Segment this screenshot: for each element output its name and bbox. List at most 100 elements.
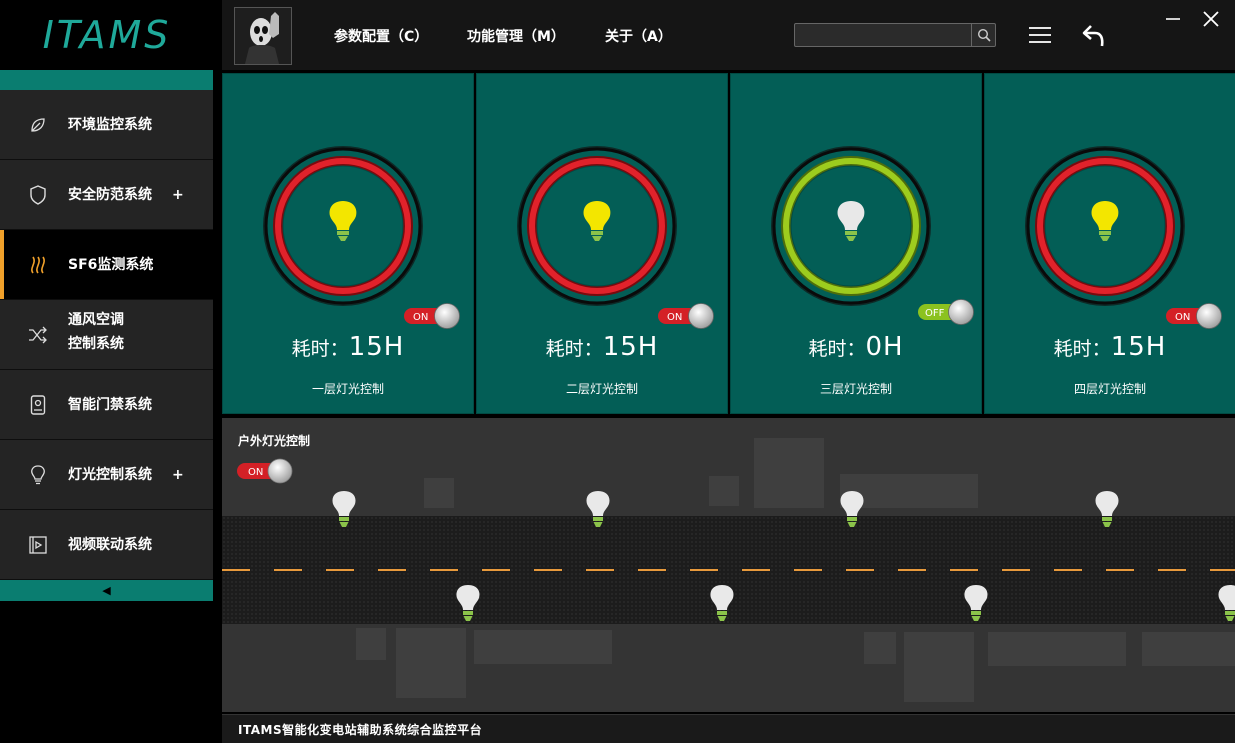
top-bar: 参数配置（C） 功能管理（M） 关于（A） <box>222 0 1235 70</box>
light-status-ring <box>515 144 679 308</box>
sidebar-item-label: 安全防范系统 <box>68 186 152 203</box>
sidebar-item-sf6[interactable]: SF6监测系统 <box>0 230 213 300</box>
building-block <box>396 628 466 698</box>
light-status-ring <box>1023 144 1187 308</box>
switch-state-label: OFF <box>925 308 945 319</box>
elapsed-value: 15H <box>602 332 659 362</box>
switch-state-label: ON <box>413 312 428 323</box>
shield-icon <box>28 184 48 205</box>
shuffle-icon <box>28 325 48 345</box>
building-block <box>424 478 454 508</box>
close-icon[interactable] <box>1202 10 1220 28</box>
sidebar-item-label: 视频联动系统 <box>68 536 152 553</box>
street-bulb-icon <box>838 490 866 530</box>
sidebar-item-label-line1: 通风空调 <box>68 312 124 328</box>
menu-parameters[interactable]: 参数配置（C） <box>334 26 428 46</box>
video-icon <box>28 535 48 555</box>
floor-light-card: ON 耗时：15H 二层灯光控制 <box>476 73 728 414</box>
building-block <box>709 476 739 506</box>
street-bulb-icon <box>962 584 990 624</box>
minimize-icon[interactable] <box>1164 10 1182 28</box>
door-access-icon <box>28 394 48 415</box>
building-block <box>1142 632 1235 666</box>
app-logo: ITAMS <box>42 13 172 57</box>
building-block <box>988 632 1126 666</box>
building-block <box>754 438 824 508</box>
elapsed-value: 0H <box>865 332 904 362</box>
sidebar-item-lighting[interactable]: 灯光控制系统 + <box>0 440 213 510</box>
expand-plus-icon[interactable]: + <box>172 187 184 203</box>
footer-text: ITAMS智能化变电站辅助系统综合监控平台 <box>238 723 483 737</box>
elapsed-value: 15H <box>348 332 405 362</box>
floor-title: 二层灯光控制 <box>565 382 638 396</box>
sidebar-item-hvac[interactable]: 通风空调 控制系统 <box>0 300 213 370</box>
search-icon[interactable] <box>971 24 995 46</box>
waves-icon <box>28 255 48 275</box>
search-input[interactable] <box>795 24 973 46</box>
street-bulb-icon <box>454 584 482 624</box>
building-block <box>904 632 974 702</box>
elapsed-time: 耗时：15H <box>223 332 473 362</box>
elapsed-label: 耗时： <box>291 338 349 360</box>
street-bulb-icon <box>584 490 612 530</box>
sidebar-item-label: SF6监测系统 <box>68 256 154 273</box>
switch-state-label: ON <box>667 312 682 323</box>
sidebar: ITAMS 环境监控系统 安全防范系统 + SF6监测系统 通风空调 控制系统 … <box>0 0 214 742</box>
light-switch[interactable]: ON <box>657 302 714 329</box>
switch-state-label: ON <box>248 467 263 478</box>
sidebar-item-security[interactable]: 安全防范系统 + <box>0 160 213 230</box>
bulb-icon <box>28 464 48 485</box>
menu-functions[interactable]: 功能管理（M） <box>467 26 565 46</box>
street-bulb-icon <box>708 584 736 624</box>
light-switch[interactable]: ON <box>1165 302 1222 329</box>
building-block <box>474 630 612 664</box>
bulb-icon <box>327 200 359 246</box>
expand-plus-icon[interactable]: + <box>172 467 184 483</box>
floor-title: 一层灯光控制 <box>311 382 384 396</box>
floor-title: 四层灯光控制 <box>1073 382 1146 396</box>
elapsed-label: 耗时： <box>808 338 866 360</box>
floor-light-card: ON 耗时：15H 一层灯光控制 <box>222 73 474 414</box>
sidebar-item-label-line2: 控制系统 <box>68 336 124 352</box>
elapsed-time: 耗时：15H <box>985 332 1235 362</box>
avatar[interactable] <box>234 7 292 65</box>
bulb-icon <box>581 200 613 246</box>
bulb-icon <box>835 200 867 246</box>
sidebar-item-label: 智能门禁系统 <box>68 396 152 413</box>
hamburger-menu-icon[interactable] <box>1028 24 1052 46</box>
light-status-ring <box>769 144 933 308</box>
sidebar-item-access[interactable]: 智能门禁系统 <box>0 370 213 440</box>
elapsed-time: 耗时：15H <box>477 332 727 362</box>
light-status-ring <box>261 144 425 308</box>
outdoor-lighting-panel: 户外灯光控制 ON <box>222 418 1235 712</box>
outdoor-switch[interactable]: ON <box>236 458 293 484</box>
elapsed-time: 耗时：0H <box>731 332 981 362</box>
elapsed-label: 耗时： <box>1053 338 1111 360</box>
light-switch[interactable]: ON <box>403 302 460 329</box>
status-footer: ITAMS智能化变电站辅助系统综合监控平台 <box>222 714 1235 743</box>
floor-light-card: OFF 耗时：0H 三层灯光控制 <box>730 73 982 414</box>
back-arrow-icon[interactable] <box>1082 22 1106 48</box>
floor-title: 三层灯光控制 <box>819 382 892 396</box>
search-box <box>794 23 996 47</box>
leaf-icon <box>28 115 48 135</box>
sidebar-nav: 环境监控系统 安全防范系统 + SF6监测系统 通风空调 控制系统 智能门禁系统… <box>0 90 213 580</box>
sidebar-item-environment[interactable]: 环境监控系统 <box>0 90 213 160</box>
elapsed-value: 15H <box>1110 332 1167 362</box>
building-block <box>356 628 386 660</box>
light-switch[interactable]: OFF <box>917 298 974 325</box>
sidebar-collapse-button[interactable]: ◀ <box>0 580 213 601</box>
outdoor-title: 户外灯光控制 <box>238 434 311 448</box>
street-bulb-icon <box>1216 584 1235 624</box>
sidebar-item-label: 灯光控制系统 <box>68 466 152 483</box>
elapsed-label: 耗时： <box>545 338 603 360</box>
sidebar-top-bar <box>0 70 213 90</box>
switch-state-label: ON <box>1175 312 1190 323</box>
street-bulb-icon <box>330 490 358 530</box>
collapse-left-icon: ◀ <box>102 584 111 597</box>
bulb-icon <box>1089 200 1121 246</box>
menu-about[interactable]: 关于（A） <box>605 26 672 46</box>
sidebar-item-label: 环境监控系统 <box>68 116 152 133</box>
sidebar-item-video[interactable]: 视频联动系统 <box>0 510 213 580</box>
street-bulb-icon <box>1093 490 1121 530</box>
